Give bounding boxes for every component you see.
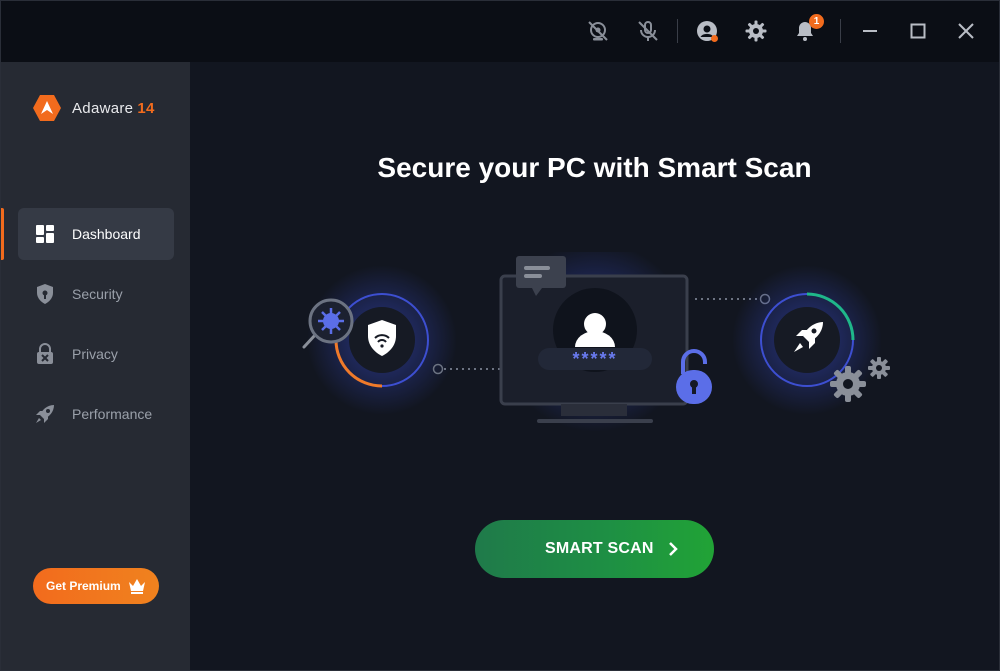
title-divider: [840, 19, 841, 43]
close-icon[interactable]: [953, 18, 979, 44]
notifications-bell-icon[interactable]: 1: [792, 14, 824, 44]
crown-icon: [127, 577, 147, 600]
webcam-off-icon[interactable]: [585, 18, 611, 44]
password-mask: *****: [572, 349, 617, 369]
brand-name: Adaware 14: [72, 99, 155, 117]
sidebar-item-privacy[interactable]: Privacy: [18, 328, 174, 380]
sidebar-item-label: Dashboard: [72, 226, 141, 242]
app-window: 1 Adaware 14 Dashboard Security Privacy …: [0, 0, 1000, 671]
monitor-login-icon: *****: [499, 252, 690, 432]
active-nav-indicator: [1, 208, 4, 260]
smart-scan-label: SMART SCAN: [545, 540, 654, 557]
chevron-right-icon: [667, 540, 679, 563]
settings-gear-icon[interactable]: [743, 18, 769, 44]
rocket-icon: [34, 403, 56, 425]
account-icon[interactable]: [694, 18, 720, 44]
sidebar-item-security[interactable]: Security: [18, 268, 174, 320]
sidebar: Adaware 14 Dashboard Security Privacy Pe…: [1, 62, 190, 670]
sidebar-item-label: Security: [72, 286, 123, 302]
get-premium-label: Get Premium: [46, 579, 121, 593]
smart-scan-illustration: *****: [302, 252, 890, 432]
sidebar-item-label: Privacy: [72, 346, 118, 362]
main-panel: Secure your PC with Smart Scan ***** SMA…: [190, 62, 999, 670]
title-bar: 1: [1, 1, 999, 62]
sidebar-item-dashboard[interactable]: Dashboard: [18, 208, 174, 260]
dashboard-grid-icon: [34, 223, 56, 245]
sidebar-item-performance[interactable]: Performance: [18, 388, 174, 440]
sidebar-item-label: Performance: [72, 406, 153, 422]
adaware-logo-icon: [33, 95, 61, 121]
get-premium-button[interactable]: Get Premium: [33, 568, 159, 604]
brand-version: 14: [137, 99, 155, 117]
minimize-icon[interactable]: [857, 18, 883, 44]
title-divider: [677, 19, 678, 43]
page-title: Secure your PC with Smart Scan: [377, 152, 812, 183]
padlock-icon: [676, 349, 712, 404]
smart-scan-button[interactable]: SMART SCAN: [475, 520, 714, 578]
notification-count-badge: 1: [809, 14, 824, 29]
maximize-icon[interactable]: [905, 18, 931, 44]
mic-off-icon[interactable]: [635, 18, 661, 44]
shield-lock-icon: [34, 283, 56, 305]
brand: Adaware 14: [32, 94, 155, 122]
privacy-lock-x-icon: [34, 343, 56, 365]
